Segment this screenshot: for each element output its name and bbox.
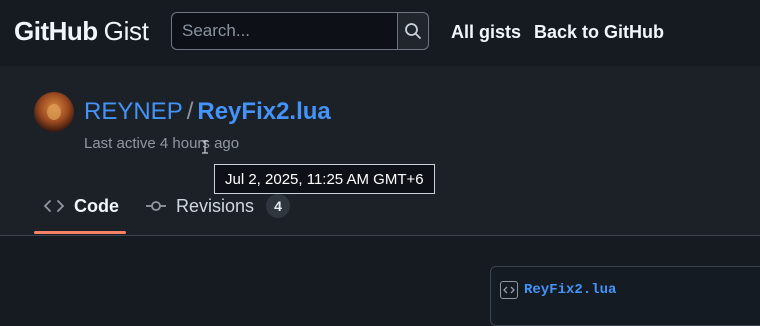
- search-input[interactable]: [171, 12, 397, 50]
- nav-back-to-github-link[interactable]: Back to GitHub: [534, 22, 664, 43]
- git-commit-icon: [146, 201, 166, 211]
- owner-avatar[interactable]: [34, 92, 74, 132]
- github-gist-logo[interactable]: GitHub Gist: [14, 16, 149, 50]
- search-icon: [405, 23, 421, 39]
- text-cursor-icon: [202, 140, 208, 154]
- revisions-count-badge: 4: [266, 194, 291, 218]
- title-separator: /: [186, 98, 194, 125]
- search-form: [171, 12, 429, 50]
- file-name-link[interactable]: ReyFix2.lua: [524, 282, 616, 298]
- search-button[interactable]: [397, 12, 429, 50]
- top-navigation-bar: GitHub Gist All gists Back to GitHub: [0, 0, 760, 66]
- gist-name-link[interactable]: ReyFix2.lua: [197, 98, 330, 125]
- tab-code[interactable]: Code: [44, 193, 119, 219]
- file-code-icon: [500, 281, 518, 299]
- timestamp-tooltip: Jul 2, 2025, 11:25 AM GMT+6: [214, 164, 435, 194]
- tab-code-label: Code: [74, 195, 119, 216]
- logo-brand-text: GitHub: [14, 16, 98, 46]
- active-tab-underline: [34, 231, 126, 234]
- logo-product-text: Gist: [103, 16, 149, 46]
- last-active-text: Last active 4 hours ago: [84, 135, 240, 152]
- tab-revisions[interactable]: Revisions 4: [146, 193, 291, 219]
- tab-revisions-label: Revisions: [176, 195, 255, 216]
- nav-all-gists-link[interactable]: All gists: [451, 22, 521, 43]
- gist-title: REYNEP / ReyFix2.lua: [84, 97, 331, 127]
- file-header: ReyFix2.lua: [500, 281, 616, 299]
- owner-link[interactable]: REYNEP: [84, 98, 183, 125]
- code-icon: [44, 200, 64, 212]
